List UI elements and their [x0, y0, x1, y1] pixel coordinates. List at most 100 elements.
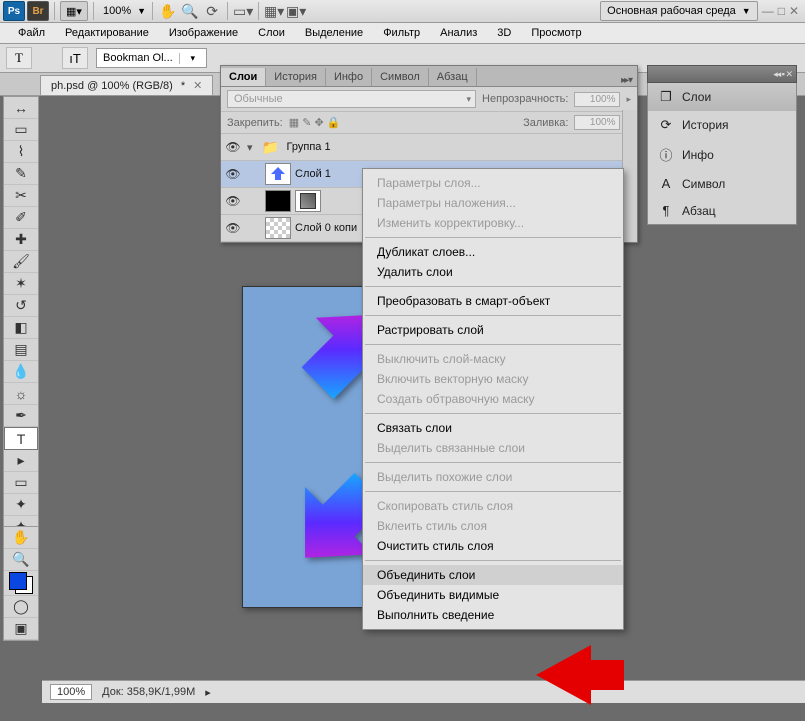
- history-brush-tool[interactable]: ↺: [4, 295, 38, 317]
- crop-tool[interactable]: ✂: [4, 185, 38, 207]
- context-menu-item[interactable]: Удалить слои: [363, 262, 623, 282]
- dock-item-icon: ⟳: [658, 117, 674, 133]
- panel-tab[interactable]: Символ: [372, 68, 429, 86]
- fg-bg-swatch[interactable]: [4, 571, 38, 596]
- context-menu-item[interactable]: Объединить видимые: [363, 585, 623, 605]
- layer-name[interactable]: Слой 0 копи: [295, 222, 357, 234]
- healing-tool[interactable]: ✚: [4, 229, 38, 251]
- hand-tool-icon[interactable]: ✋: [158, 2, 178, 20]
- panel-menu-icon[interactable]: ▸▸ ▾: [615, 75, 637, 86]
- text-orientation-icon[interactable]: ıT: [62, 47, 88, 69]
- dock-item-label: Инфо: [682, 148, 714, 162]
- type-tool[interactable]: T: [4, 427, 38, 450]
- context-menu-item[interactable]: Очистить стиль слоя: [363, 536, 623, 556]
- menu-фильтр[interactable]: Фильтр: [375, 25, 428, 41]
- menu-изображение[interactable]: Изображение: [161, 25, 246, 41]
- visibility-eye-icon[interactable]: 👁: [225, 221, 241, 235]
- maximize-button[interactable]: □: [778, 4, 785, 18]
- status-arrow-icon[interactable]: ▸: [205, 686, 211, 699]
- gradient-tool[interactable]: ▤: [4, 339, 38, 361]
- visibility-eye-icon[interactable]: 👁: [225, 140, 241, 154]
- dock-item[interactable]: ¶Абзац: [648, 197, 796, 224]
- move-tool[interactable]: ↔: [4, 97, 38, 119]
- fill-value[interactable]: 100%: [574, 115, 620, 130]
- brush-tool[interactable]: 🖌: [4, 251, 38, 273]
- tools-panel: ↔ ▭ ⌇ ✎ ✂ ✐ ✚ 🖌 ✶ ↺ ◧ ▤ 💧 ☼ ✒ T ▸ ▭ ✦ ✦: [3, 96, 39, 539]
- ps-app-icon[interactable]: Ps: [3, 1, 25, 21]
- layer-name[interactable]: Группа 1: [287, 141, 331, 153]
- menu-3d[interactable]: 3D: [489, 25, 519, 41]
- menu-слои[interactable]: Слои: [250, 25, 293, 41]
- context-menu-item[interactable]: Выполнить сведение: [363, 605, 623, 625]
- menu-выделение[interactable]: Выделение: [297, 25, 371, 41]
- panel-tab[interactable]: История: [266, 68, 326, 86]
- layer-mask-thumbnail[interactable]: [295, 190, 321, 212]
- eraser-tool[interactable]: ◧: [4, 317, 38, 339]
- layer-thumbnail[interactable]: 📁: [259, 137, 283, 157]
- rectangle-tool[interactable]: ▭: [4, 472, 38, 494]
- menu-редактирование[interactable]: Редактирование: [57, 25, 157, 41]
- marquee-tool[interactable]: ▭: [4, 119, 38, 141]
- context-menu-item[interactable]: Преобразовать в смарт-объект: [363, 291, 623, 311]
- panel-dock-header[interactable]: ◂◂ ▪ ✕: [647, 65, 797, 83]
- tool-preset-icon[interactable]: T: [6, 47, 32, 69]
- close-tab-icon[interactable]: ✕: [193, 79, 202, 92]
- screen-mode-icon[interactable]: ▣▾: [286, 2, 306, 20]
- workspace-switcher[interactable]: Основная рабочая среда ▼: [600, 1, 758, 21]
- context-menu-item[interactable]: Объединить слои: [363, 565, 623, 585]
- bridge-app-icon[interactable]: Br: [27, 1, 49, 21]
- zoom-tool-icon[interactable]: 🔍: [180, 2, 200, 20]
- panel-dock-list: ❐Слои⟳ИсторияⓘИнфоAСимвол¶Абзац: [647, 83, 797, 225]
- hand-tool[interactable]: ✋: [4, 527, 38, 549]
- blend-mode-select[interactable]: Обычные ▾: [227, 90, 476, 108]
- arrange-documents-icon[interactable]: ▦▾: [264, 2, 284, 20]
- status-zoom[interactable]: 100%: [50, 684, 92, 700]
- eyedropper-tool[interactable]: ✐: [4, 207, 38, 229]
- context-menu-item[interactable]: Растрировать слой: [363, 320, 623, 340]
- 3d-tool[interactable]: ✦: [4, 494, 38, 516]
- opacity-value[interactable]: 100%: [574, 92, 620, 107]
- view-extras-icon[interactable]: ▭▾: [233, 2, 253, 20]
- visibility-eye-icon[interactable]: 👁: [225, 194, 241, 208]
- dock-item[interactable]: ❐Слои: [648, 83, 796, 111]
- document-tab[interactable]: ph.psd @ 100% (RGB/8)* ✕: [40, 75, 213, 95]
- quick-mask-toggle[interactable]: ◯: [4, 596, 38, 618]
- font-family-select[interactable]: Bookman Ol... ▾: [96, 48, 207, 68]
- blur-tool[interactable]: 💧: [4, 361, 38, 383]
- panel-tab[interactable]: Абзац: [429, 68, 477, 86]
- layer-row[interactable]: 👁 ▾ 📁 Группа 1: [221, 134, 637, 161]
- layer-name[interactable]: Слой 1: [295, 168, 331, 180]
- lock-icons[interactable]: ▦ ✎ ✥ 🔒: [289, 116, 341, 129]
- stamp-tool[interactable]: ✶: [4, 273, 38, 295]
- visibility-eye-icon[interactable]: 👁: [225, 167, 241, 181]
- application-menu-bar: ФайлРедактированиеИзображениеСлоиВыделен…: [0, 23, 805, 44]
- menu-файл[interactable]: Файл: [10, 25, 53, 41]
- close-button[interactable]: ✕: [789, 4, 799, 18]
- dodge-tool[interactable]: ☼: [4, 383, 38, 405]
- dock-item[interactable]: ⟳История: [648, 111, 796, 139]
- zoom-tool[interactable]: 🔍: [4, 549, 38, 571]
- chevron-right-icon[interactable]: ▸: [626, 94, 631, 105]
- pen-tool[interactable]: ✒: [4, 405, 38, 427]
- layer-thumbnail[interactable]: [265, 217, 291, 239]
- context-menu-item[interactable]: Дубликат слоев...: [363, 242, 623, 262]
- dock-item[interactable]: ⓘИнфо: [648, 139, 796, 170]
- panel-tab[interactable]: Слои: [221, 68, 266, 86]
- minimize-button[interactable]: —: [762, 4, 774, 18]
- menu-анализ[interactable]: Анализ: [432, 25, 485, 41]
- layout-icon[interactable]: ▦▾: [60, 1, 88, 21]
- context-menu-item[interactable]: Связать слои: [363, 418, 623, 438]
- lasso-tool[interactable]: ⌇: [4, 141, 38, 163]
- group-toggle-icon[interactable]: ▾: [247, 141, 253, 154]
- screen-mode-toggle[interactable]: ▣: [4, 618, 38, 640]
- rotate-view-icon[interactable]: ⟳: [202, 2, 222, 20]
- menu-просмотр[interactable]: Просмотр: [523, 25, 589, 41]
- panel-tab[interactable]: Инфо: [326, 68, 372, 86]
- layer-thumbnail[interactable]: [265, 163, 291, 185]
- layer-thumbnail[interactable]: [265, 190, 291, 212]
- quick-select-tool[interactable]: ✎: [4, 163, 38, 185]
- panel-scrollbar[interactable]: [622, 110, 637, 242]
- dock-item[interactable]: AСимвол: [648, 170, 796, 197]
- path-select-tool[interactable]: ▸: [4, 450, 38, 472]
- zoom-dropdown-icon[interactable]: ▼: [137, 6, 147, 16]
